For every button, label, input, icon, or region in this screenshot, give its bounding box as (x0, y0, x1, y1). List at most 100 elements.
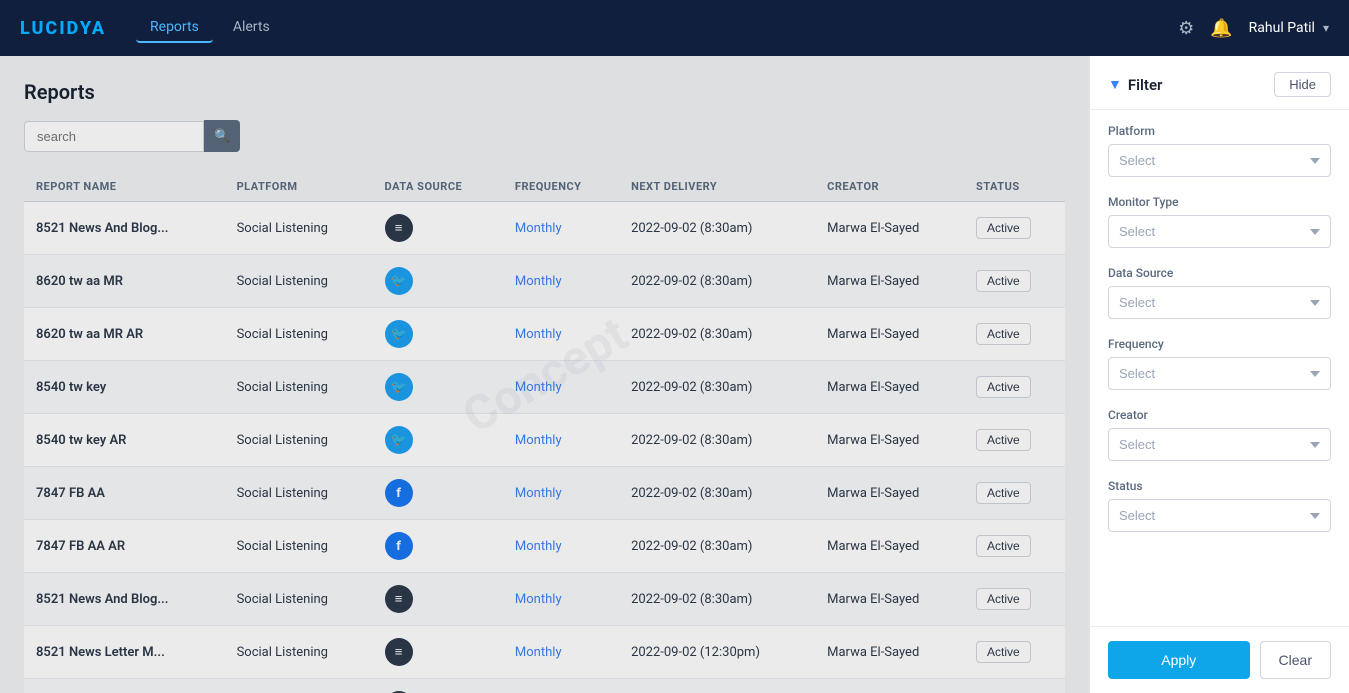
platform-select[interactable]: Select (1108, 144, 1331, 177)
report-platform: Social Listening (225, 573, 373, 626)
report-creator: Marwa El-Sayed (815, 414, 964, 467)
report-frequency[interactable]: Monthly (503, 573, 619, 626)
report-status[interactable]: Active (964, 361, 1065, 414)
nav-right: ⚙ 🔔 Rahul Patil ▾ (1178, 18, 1329, 39)
frequency-link[interactable]: Monthly (515, 539, 562, 554)
status-badge[interactable]: Active (976, 217, 1031, 239)
filter-footer: Apply Clear (1090, 626, 1349, 693)
frequency-link[interactable]: Monthly (515, 327, 562, 342)
report-datasource: ≡ (373, 626, 503, 679)
report-name: 8521 News And Lett... (24, 679, 225, 693)
table-col-header: STATUS (964, 172, 1065, 202)
report-datasource: ≡ (373, 202, 503, 255)
frequency-link[interactable]: Monthly (515, 380, 562, 395)
datasource-icon: ≡ (385, 214, 413, 242)
clear-button[interactable]: Clear (1260, 641, 1331, 679)
main-content: Concept Reports 🔍 REPORT NAMEPLATFORMDAT… (0, 56, 1349, 693)
report-frequency[interactable]: Monthly (503, 467, 619, 520)
table-row: 7847 FB AA ARSocial ListeningfMonthly202… (24, 520, 1065, 573)
report-next-delivery: 2022-09-02 (8:30am) (619, 573, 815, 626)
report-status[interactable]: Active (964, 467, 1065, 520)
report-frequency[interactable]: Monthly (503, 414, 619, 467)
creator-select[interactable]: Select (1108, 428, 1331, 461)
nav-links: Reports Alerts (136, 13, 1178, 43)
report-datasource: f (373, 467, 503, 520)
report-status[interactable]: Active (964, 255, 1065, 308)
report-datasource: 🐦 (373, 308, 503, 361)
report-platform: Social Listening (225, 202, 373, 255)
report-next-delivery: 2022-09-02 (8:30am) (619, 414, 815, 467)
data-source-select[interactable]: Select (1108, 286, 1331, 319)
status-badge[interactable]: Active (976, 482, 1031, 504)
report-creator: Marwa El-Sayed (815, 626, 964, 679)
report-next-delivery: 2022-09-02 (8:30am) (619, 361, 815, 414)
report-frequency[interactable]: Monthly (503, 308, 619, 361)
frequency-link[interactable]: Monthly (515, 221, 562, 236)
report-next-delivery: 2022-09-02 (8:30am) (619, 255, 815, 308)
report-frequency[interactable]: Monthly (503, 255, 619, 308)
report-frequency[interactable]: Monthly (503, 361, 619, 414)
status-badge[interactable]: Active (976, 376, 1031, 398)
frequency-link[interactable]: Monthly (515, 592, 562, 607)
report-platform: Social Listening (225, 414, 373, 467)
report-platform: Social Listening (225, 626, 373, 679)
status-badge[interactable]: Active (976, 588, 1031, 610)
report-next-delivery: 2022-09-02 (8:30am) (619, 520, 815, 573)
reports-table: REPORT NAMEPLATFORMDATA SOURCEFREQUENCYN… (24, 172, 1065, 693)
report-next-delivery: 2022-09-02 (12:30pm) (619, 626, 815, 679)
table-row: 7847 FB AASocial ListeningfMonthly2022-0… (24, 467, 1065, 520)
report-status[interactable]: Active (964, 202, 1065, 255)
report-frequency[interactable]: Monthly (503, 520, 619, 573)
report-platform: Social Listening (225, 308, 373, 361)
status-badge[interactable]: Active (976, 535, 1031, 557)
user-menu[interactable]: Rahul Patil ▾ (1249, 20, 1329, 36)
table-row: 8620 tw aa MR ARSocial Listening🐦Monthly… (24, 308, 1065, 361)
nav-link-alerts[interactable]: Alerts (219, 13, 284, 43)
table-body: 8521 News And Blog...Social Listening≡Mo… (24, 202, 1065, 693)
report-status[interactable]: Active (964, 573, 1065, 626)
report-frequency[interactable]: Monthly (503, 679, 619, 693)
frequency-link[interactable]: Monthly (515, 274, 562, 289)
report-status[interactable]: Active (964, 308, 1065, 361)
report-frequency[interactable]: Monthly (503, 202, 619, 255)
report-name: 8521 News And Blog... (24, 573, 225, 626)
report-creator: Marwa El-Sayed (815, 573, 964, 626)
filter-group-platform: Platform Select (1108, 124, 1331, 177)
filter-group-frequency: Frequency Select (1108, 337, 1331, 390)
table-col-header: PLATFORM (225, 172, 373, 202)
table-row: 8521 News And Blog...Social Listening≡Mo… (24, 202, 1065, 255)
status-badge[interactable]: Active (976, 641, 1031, 663)
status-select[interactable]: Select (1108, 499, 1331, 532)
filter-group-status: Status Select (1108, 479, 1331, 532)
search-input[interactable] (24, 121, 204, 152)
report-status[interactable]: Active (964, 520, 1065, 573)
report-frequency[interactable]: Monthly (503, 626, 619, 679)
report-platform: Social Listening (225, 467, 373, 520)
apply-button[interactable]: Apply (1108, 641, 1250, 679)
bell-icon[interactable]: 🔔 (1210, 18, 1232, 39)
gear-icon[interactable]: ⚙ (1178, 18, 1194, 39)
status-badge[interactable]: Active (976, 429, 1031, 451)
report-creator: Marwa El-Sayed (815, 255, 964, 308)
report-datasource: ≡ (373, 573, 503, 626)
report-creator: Marwa El-Sayed (815, 202, 964, 255)
status-badge[interactable]: Active (976, 323, 1031, 345)
monitor-type-select[interactable]: Select (1108, 215, 1331, 248)
table-row: 8540 tw keySocial Listening🐦Monthly2022-… (24, 361, 1065, 414)
report-name: 8540 tw key AR (24, 414, 225, 467)
frequency-select[interactable]: Select (1108, 357, 1331, 390)
status-badge[interactable]: Active (976, 270, 1031, 292)
hide-button[interactable]: Hide (1274, 72, 1331, 97)
report-name: 7847 FB AA (24, 467, 225, 520)
frequency-link[interactable]: Monthly (515, 645, 562, 660)
report-status[interactable]: Active (964, 414, 1065, 467)
search-button[interactable]: 🔍 (204, 120, 240, 152)
datasource-icon: 🐦 (385, 373, 413, 401)
nav-link-reports[interactable]: Reports (136, 13, 213, 43)
frequency-link[interactable]: Monthly (515, 486, 562, 501)
report-status[interactable]: Active (964, 679, 1065, 693)
frequency-link[interactable]: Monthly (515, 433, 562, 448)
report-status[interactable]: Active (964, 626, 1065, 679)
report-next-delivery: 2022-09-02 (12:30pm) (619, 679, 815, 693)
datasource-icon: 🐦 (385, 320, 413, 348)
